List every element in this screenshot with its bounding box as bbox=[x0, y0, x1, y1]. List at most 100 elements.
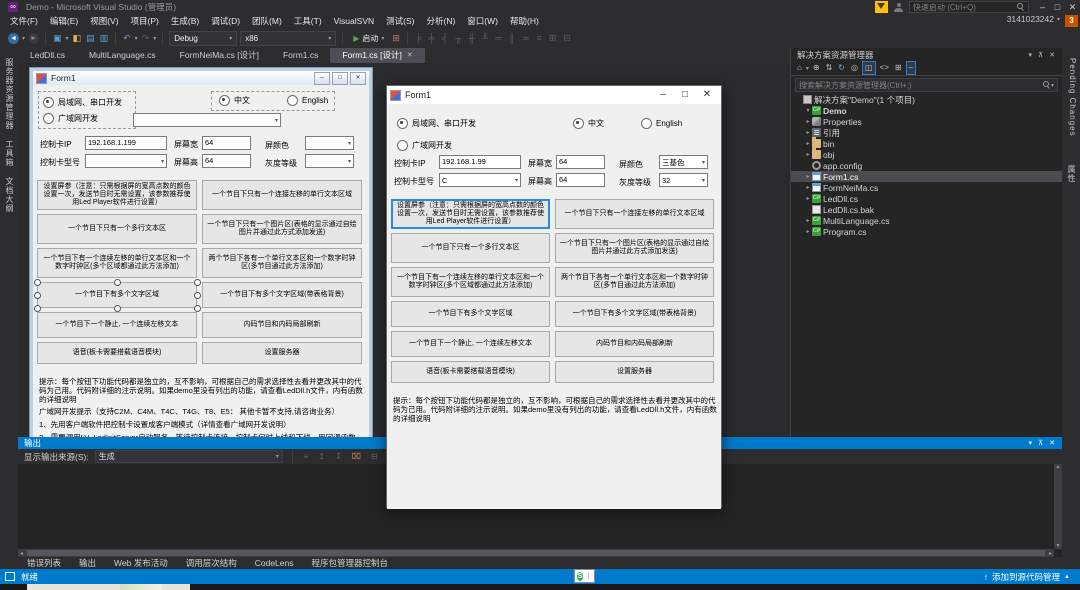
designer-height-input[interactable]: 64 bbox=[202, 154, 251, 168]
close-icon[interactable]: ✕ bbox=[1046, 439, 1058, 447]
tree-item-1[interactable]: ▾C#Demo bbox=[791, 105, 1062, 116]
scroll-right-icon[interactable]: ▸ bbox=[1047, 550, 1054, 557]
collapse-all-icon[interactable]: – bbox=[906, 61, 916, 75]
close-icon[interactable]: ✕ bbox=[1046, 51, 1058, 59]
designer-button-5[interactable]: 两个节目下各有一个单行文本区和一个数字时钟区(多节目通过此方法添加) bbox=[202, 248, 362, 278]
properties-icon[interactable]: ⊞ bbox=[893, 62, 904, 74]
add-to-source-control[interactable]: ↑ 添加到源代码管理 ▲ bbox=[984, 571, 1070, 583]
tree-item-3[interactable]: ▸引用 bbox=[791, 127, 1062, 138]
panel-menu-icon[interactable]: ▾ bbox=[1025, 439, 1035, 447]
designer-ip-input[interactable]: 192.168.1.199 bbox=[85, 136, 167, 150]
notification-badge[interactable]: 3 bbox=[1065, 15, 1078, 27]
tree-item-2[interactable]: ▸Properties bbox=[791, 116, 1062, 127]
doc-tab-2[interactable]: FormNeiMa.cs [设计] bbox=[168, 48, 271, 63]
doc-tab-3[interactable]: Form1.cs bbox=[271, 48, 330, 63]
close-button[interactable]: ✕ bbox=[1065, 1, 1080, 13]
running-button-11[interactable]: 设置服务器 bbox=[555, 361, 714, 383]
tree-item-9[interactable]: ▸C#LedDll.cs bbox=[791, 193, 1062, 204]
designer-model-select[interactable]: ▾ bbox=[85, 154, 167, 168]
tree-collapsed-icon[interactable]: ▸ bbox=[804, 118, 812, 125]
tree-expanded-icon[interactable]: ▾ bbox=[804, 107, 812, 114]
show-all-files-icon[interactable]: ◫ bbox=[862, 61, 876, 75]
pin-icon[interactable]: ⊼ bbox=[1035, 439, 1046, 447]
running-button-1[interactable]: 一个节目下只有一个连接左移的单行文本区域 bbox=[555, 199, 714, 229]
output-horizontal-scrollbar[interactable]: ◂ ▸ bbox=[18, 549, 1054, 557]
tab-close-icon[interactable]: ✕ bbox=[407, 48, 413, 63]
sync-with-active-document-icon[interactable]: ⇅ bbox=[824, 62, 835, 74]
menu-item-6[interactable]: 团队(M) bbox=[246, 14, 288, 28]
tree-item-6[interactable]: app.config bbox=[791, 160, 1062, 171]
designer-button-9[interactable]: 内码节目和内码局部刷新 bbox=[202, 312, 362, 338]
running-ip-input[interactable]: 192.168.1.99 bbox=[439, 155, 521, 169]
layout-tool-icon-8[interactable]: ≍ bbox=[521, 31, 531, 45]
scroll-up-icon[interactable]: ▲ bbox=[1056, 464, 1061, 470]
designer-gray-select[interactable]: ▾ bbox=[305, 154, 354, 168]
minimize-button[interactable]: – bbox=[1035, 1, 1050, 13]
open-file-icon[interactable]: ◧ bbox=[72, 31, 83, 45]
scroll-left-icon[interactable]: ◂ bbox=[18, 550, 25, 557]
menu-item-12[interactable]: 帮助(H) bbox=[504, 14, 545, 28]
running-button-7[interactable]: 一个节目下有多个文字区域(带表格背景) bbox=[555, 301, 714, 327]
left-strip-tab-2[interactable]: 文档大纲 bbox=[3, 177, 15, 213]
ime-indicator[interactable]: S ⋮ bbox=[574, 569, 595, 583]
attach-process-icon[interactable]: ⊞ bbox=[391, 31, 401, 45]
designer-button-10[interactable]: 语音(板卡需要搭载语音模块) bbox=[37, 342, 197, 364]
bottom-tab-0[interactable]: 错误列表 bbox=[18, 557, 70, 569]
running-lan-radio[interactable]: 局域网、串口开发 bbox=[397, 118, 476, 129]
toggle-word-wrap-icon[interactable]: ⊟ bbox=[369, 452, 380, 461]
back-dropdown-icon[interactable]: ▾ bbox=[22, 35, 25, 42]
running-form-window[interactable]: Form1 – □ ✕ 局域网、串口开发广域网开发中文English控制卡IP1… bbox=[386, 85, 722, 508]
designer-button-0[interactable]: 设置屏参（注意：只需根据屏的宽高点数的颜色设置一次，发送节目时无需设置，该参数推… bbox=[37, 180, 197, 210]
selection-handle[interactable] bbox=[194, 292, 201, 299]
quick-launch-box[interactable]: 快速启动 (Ctrl+Q) bbox=[909, 1, 1029, 13]
clear-all-icon[interactable]: ⌧ bbox=[350, 452, 363, 461]
menu-item-8[interactable]: VisualSVN bbox=[328, 14, 380, 28]
layout-tool-icon-9[interactable]: ≡ bbox=[536, 31, 543, 45]
tree-item-5[interactable]: ▸obj bbox=[791, 149, 1062, 160]
restore-button[interactable]: □ bbox=[1050, 1, 1065, 13]
layout-tool-icon-6[interactable]: ═ bbox=[494, 31, 502, 45]
designer-form-window[interactable]: Form1 ─ □ ✕ 局域网、串口开发广域网开发中文English▾控制卡IP… bbox=[30, 68, 372, 437]
designer-button-8[interactable]: 一个节目下一个静止, 一个连续左移文本 bbox=[37, 312, 197, 338]
designer-wan-radio[interactable]: 广域网开发 bbox=[43, 113, 98, 124]
selection-handle[interactable] bbox=[34, 279, 41, 286]
layout-tool-icon-4[interactable]: ╫ bbox=[468, 31, 476, 45]
chevron-down-icon[interactable]: ▾ bbox=[806, 65, 809, 72]
nest-files-icon[interactable]: ◎ bbox=[849, 62, 860, 74]
designer-chinese-radio[interactable]: 中文 bbox=[219, 95, 250, 106]
doc-tab-1[interactable]: MultiLanguage.cs bbox=[77, 48, 168, 63]
running-height-input[interactable]: 64 bbox=[556, 173, 605, 187]
tree-item-0[interactable]: 解决方案"Demo"(1 个项目) bbox=[791, 94, 1062, 105]
tree-item-11[interactable]: ▸C#MultiLanguage.cs bbox=[791, 215, 1062, 226]
scrollbar-thumb[interactable] bbox=[27, 550, 1045, 556]
running-button-4[interactable]: 一个节目下有一个连续左移的单行文本区和一个数字时钟区(多个区域都通过此方法添加) bbox=[391, 267, 550, 297]
designer-english-radio[interactable]: English bbox=[287, 95, 328, 106]
running-wan-radio[interactable]: 广域网开发 bbox=[397, 140, 452, 151]
right-strip-tab-0[interactable]: Pending Changes bbox=[1065, 58, 1077, 137]
menu-item-11[interactable]: 窗口(W) bbox=[461, 14, 504, 28]
running-button-9[interactable]: 内码节目和内码局部刷新 bbox=[555, 331, 714, 357]
selection-handle[interactable] bbox=[114, 279, 121, 286]
running-color-select[interactable]: 三基色▾ bbox=[659, 155, 708, 169]
layout-tool-icon-0[interactable]: ╞ bbox=[414, 31, 422, 45]
running-button-2[interactable]: 一个节目下只有一个多行文本区 bbox=[391, 233, 550, 263]
tree-collapsed-icon[interactable]: ▸ bbox=[804, 140, 812, 147]
menu-item-0[interactable]: 文件(F) bbox=[4, 14, 44, 28]
tree-item-10[interactable]: LedDll.cs.bak bbox=[791, 204, 1062, 215]
navigate-back-icon[interactable]: ◄ bbox=[8, 33, 19, 44]
maximize-button[interactable]: □ bbox=[674, 86, 696, 104]
goto-prev-message-icon[interactable]: ↥ bbox=[316, 452, 327, 461]
tree-collapsed-icon[interactable]: ▸ bbox=[804, 151, 812, 158]
bottom-tab-3[interactable]: 调用层次结构 bbox=[177, 557, 246, 569]
refresh-icon[interactable]: ↻ bbox=[836, 62, 847, 74]
undo-icon[interactable]: ↶ bbox=[122, 31, 132, 45]
save-all-icon[interactable]: ▥ bbox=[99, 31, 110, 45]
account-widget[interactable]: 3141023242 ▾ bbox=[1007, 14, 1060, 24]
tree-collapsed-icon[interactable]: ▸ bbox=[804, 195, 812, 202]
running-form-titlebar[interactable]: Form1 – □ ✕ bbox=[387, 86, 721, 104]
menu-item-3[interactable]: 项目(P) bbox=[125, 14, 165, 28]
layout-tool-icon-7[interactable]: ║ bbox=[508, 31, 516, 45]
running-chinese-radio[interactable]: 中文 bbox=[573, 118, 604, 129]
doc-tab-4[interactable]: Form1.cs [设计]✕ bbox=[330, 48, 424, 63]
undo-dropdown-icon[interactable]: ▾ bbox=[135, 35, 138, 42]
